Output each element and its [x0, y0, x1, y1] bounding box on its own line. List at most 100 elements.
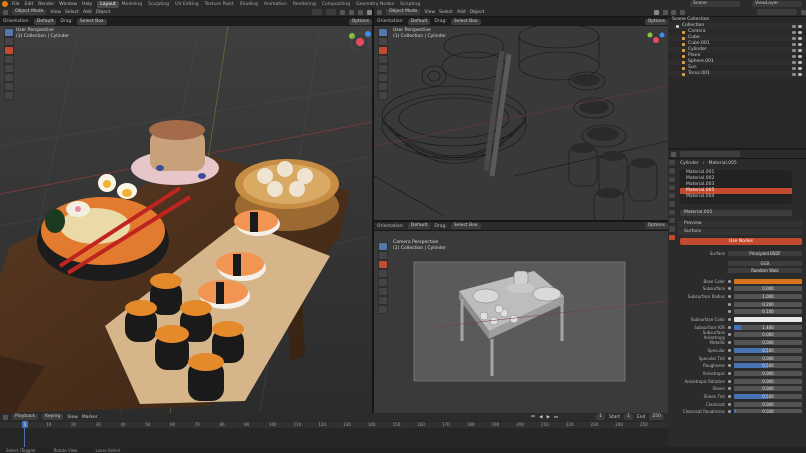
- menu-edit[interactable]: Edit: [25, 2, 34, 7]
- menu-window[interactable]: Window: [59, 2, 77, 7]
- marker-menu[interactable]: Marker: [82, 415, 98, 420]
- shading-material-icon[interactable]: [358, 9, 363, 15]
- socket-icon[interactable]: [728, 325, 731, 329]
- value-slider[interactable]: 0.200: [734, 301, 802, 307]
- object-tab-icon[interactable]: [669, 201, 675, 207]
- socket-icon[interactable]: [728, 356, 731, 360]
- cursor-tool-icon[interactable]: [379, 252, 387, 259]
- end-frame-field[interactable]: 250: [649, 414, 664, 420]
- keying-menu[interactable]: Keying: [42, 414, 64, 420]
- orientation-dropdown[interactable]: Default: [407, 223, 431, 229]
- socket-icon[interactable]: [728, 395, 731, 398]
- workspace-tab-geometry-nodes[interactable]: Geometry Nodes: [353, 1, 397, 8]
- preview-panel-header[interactable]: Preview: [678, 221, 802, 227]
- camera-visibility-icon[interactable]: [792, 36, 796, 40]
- socket-icon[interactable]: [728, 279, 731, 283]
- workspace-tab-texture-paint[interactable]: Texture Paint: [202, 1, 237, 8]
- scene-selector[interactable]: Scene: [690, 1, 740, 7]
- workspace-tab-rendering[interactable]: Rendering: [290, 1, 319, 8]
- eye-icon[interactable]: [798, 48, 802, 52]
- camera-visibility-icon[interactable]: [792, 66, 796, 70]
- color-swatch[interactable]: [734, 278, 802, 284]
- annotate-tool-icon[interactable]: [5, 83, 13, 90]
- material-name-field[interactable]: Material.005: [680, 210, 792, 216]
- drag-dropdown[interactable]: Select Box: [450, 223, 481, 229]
- socket-icon[interactable]: [728, 402, 731, 406]
- eye-icon[interactable]: [798, 54, 802, 58]
- shading-solid-icon[interactable]: [349, 9, 354, 15]
- socket-icon[interactable]: [728, 310, 731, 314]
- drag-dropdown[interactable]: Select Box: [450, 18, 481, 25]
- eye-icon[interactable]: [798, 72, 802, 76]
- scale-tool-icon[interactable]: [379, 279, 387, 286]
- output-tab-icon[interactable]: [669, 176, 675, 182]
- measure-tool-icon[interactable]: [379, 92, 387, 99]
- scale-tool-icon[interactable]: [5, 65, 13, 72]
- value-slider[interactable]: 0.000: [734, 340, 802, 346]
- world-tab-icon[interactable]: [669, 193, 675, 199]
- value-slider[interactable]: 0.000: [734, 332, 802, 338]
- material-tab-icon[interactable]: [669, 234, 675, 240]
- properties-search-input[interactable]: [680, 151, 740, 157]
- workspace-tab-uv-editing[interactable]: UV Editing: [172, 1, 201, 8]
- constraints-tab-icon[interactable]: [669, 226, 675, 232]
- cursor-tool-icon[interactable]: [379, 38, 387, 45]
- camera-visibility-icon[interactable]: [792, 24, 796, 28]
- editor-type-icon[interactable]: [3, 9, 8, 15]
- cursor-tool-icon[interactable]: [5, 38, 13, 45]
- options-dropdown[interactable]: Options: [644, 223, 668, 229]
- play-icon[interactable]: ▶: [547, 415, 550, 420]
- socket-icon[interactable]: [728, 318, 731, 321]
- eye-icon[interactable]: [798, 60, 802, 64]
- playback-menu[interactable]: Playback: [12, 414, 39, 420]
- zoom-icon[interactable]: [360, 46, 368, 54]
- pan-icon[interactable]: [360, 56, 368, 64]
- menu-view[interactable]: View: [50, 10, 61, 15]
- scene-tab-icon[interactable]: [669, 184, 675, 191]
- outliner-editor-icon[interactable]: [671, 9, 676, 15]
- use-nodes-button[interactable]: Use Nodes: [680, 238, 802, 245]
- select-tool-icon[interactable]: [379, 29, 387, 36]
- annotate-tool-icon[interactable]: [379, 297, 387, 304]
- drag-dropdown[interactable]: Select Box: [76, 18, 107, 25]
- menu-object[interactable]: Object: [470, 10, 485, 15]
- view-layer-selector[interactable]: ViewLayer: [752, 1, 802, 7]
- editor-type-icon[interactable]: [377, 9, 382, 15]
- menu-add[interactable]: Add: [457, 10, 466, 15]
- socket-icon[interactable]: [728, 379, 731, 383]
- render-tab-icon[interactable]: [669, 168, 675, 174]
- camera-visibility-icon[interactable]: [792, 42, 796, 46]
- value-slider[interactable]: 0.500: [734, 394, 802, 399]
- outliner-search-input[interactable]: [757, 9, 797, 15]
- move-tool-icon[interactable]: [5, 47, 13, 54]
- camera-visibility-icon[interactable]: [792, 54, 796, 58]
- surface-shader-dropdown[interactable]: Principled BSDF: [728, 250, 802, 256]
- value-slider[interactable]: 1.000: [734, 293, 802, 299]
- start-frame-field[interactable]: 1: [623, 414, 633, 420]
- surface-panel-header[interactable]: Surface: [678, 229, 802, 235]
- jump-end-icon[interactable]: ⏭: [554, 414, 558, 420]
- workspace-tab-compositing[interactable]: Compositing: [319, 1, 353, 8]
- transform-tool-icon[interactable]: [379, 288, 387, 295]
- rotate-tool-icon[interactable]: [379, 270, 387, 277]
- measure-tool-icon[interactable]: [5, 92, 13, 99]
- subsurface-method-dropdown[interactable]: Random Walk: [728, 267, 802, 273]
- value-slider[interactable]: 0.500: [734, 363, 802, 369]
- menu-view[interactable]: View: [424, 10, 435, 15]
- material-slot[interactable]: Material.004: [680, 194, 792, 200]
- bottom-right-viewport-camera[interactable]: [374, 231, 668, 413]
- editor-type-icon[interactable]: [3, 414, 8, 420]
- workspace-tab-scripting[interactable]: Scripting: [397, 1, 423, 8]
- transform-tool-icon[interactable]: [5, 74, 13, 81]
- socket-icon[interactable]: [728, 348, 731, 352]
- camera-view-icon[interactable]: [360, 66, 368, 74]
- playhead[interactable]: 1: [22, 421, 28, 428]
- scale-tool-icon[interactable]: [379, 65, 387, 72]
- filter-icon[interactable]: [801, 9, 806, 15]
- workspace-tab-shading[interactable]: Shading: [237, 1, 261, 8]
- material-slot-list[interactable]: Material.001 Material.002 Material.003 M…: [680, 170, 792, 204]
- frame-ruler[interactable]: 1102030405060708090100110120130140150160…: [0, 422, 668, 428]
- current-frame-field[interactable]: 1: [596, 414, 605, 420]
- proportional-toggle[interactable]: [326, 9, 336, 15]
- workspace-tab-sculpting[interactable]: Sculpting: [145, 1, 172, 8]
